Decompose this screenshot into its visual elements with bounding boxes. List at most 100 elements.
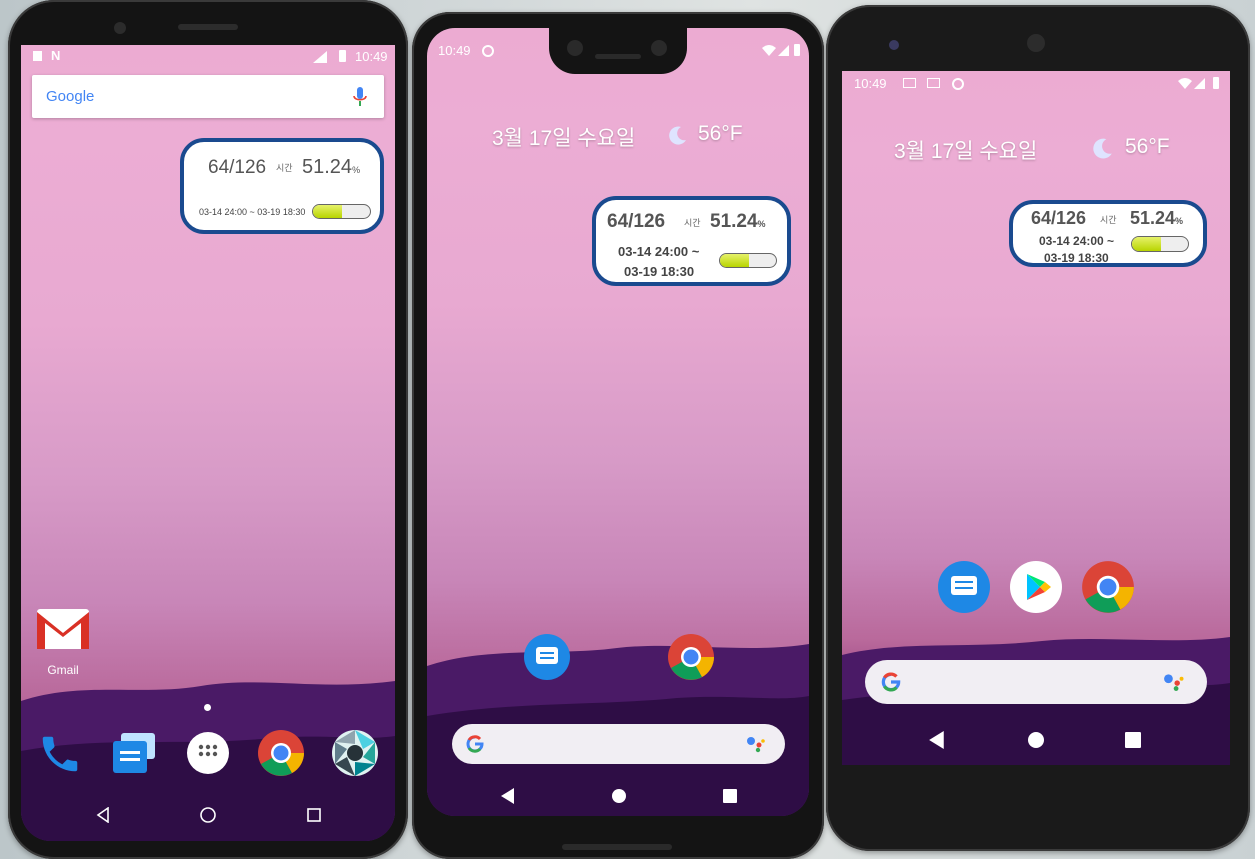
home-button[interactable] — [1028, 732, 1044, 748]
google-logo: Google — [46, 88, 95, 105]
widget-range-line2: 03-19 18:30 — [1044, 251, 1109, 265]
widget-progress-fill — [720, 254, 749, 267]
chrome-icon[interactable] — [1081, 560, 1135, 614]
messages-icon[interactable] — [938, 561, 990, 613]
phone-1: N 10:49 Google 64/126 시간 51.24% 03-14 24… — [8, 0, 408, 859]
n-notification-icon: N — [51, 48, 61, 63]
widget-percent-value: 51.24 — [710, 211, 758, 232]
widget-progress-bar — [1131, 236, 1189, 252]
gmail-label: Gmail — [47, 663, 79, 677]
recents-button[interactable] — [723, 789, 737, 803]
sync-icon — [952, 78, 964, 90]
messages-icon[interactable] — [524, 634, 570, 680]
messages-icon[interactable] — [113, 733, 157, 775]
widget-percent-unit: % — [757, 219, 766, 229]
moon-icon — [669, 126, 686, 145]
glance-temp: 56°F — [1125, 135, 1170, 158]
progress-widget[interactable]: 64/126 시간 51.24% 03-14 24:00 ~ 03-19 18:… — [180, 138, 384, 234]
glance-date: 3월 17일 수요일 — [894, 140, 1038, 163]
nav-bar — [21, 795, 395, 835]
widget-percent: 51.24% — [302, 156, 360, 179]
widget-range-line1: 03-14 24:00 ~ — [1039, 234, 1115, 248]
play-store-icon[interactable] — [1010, 561, 1062, 613]
widget-percent-unit: % — [1175, 216, 1184, 226]
signal-icon — [778, 45, 789, 56]
progress-widget[interactable]: 64/126 시간 51.24% 03-14 24:00 ~ 03-19 18:… — [1009, 200, 1207, 267]
gmail-icon — [37, 609, 89, 649]
gmail-notification-icon — [903, 78, 916, 88]
battery-icon — [794, 44, 800, 56]
status-bar: 10:49 — [842, 71, 1230, 95]
chrome-icon[interactable] — [667, 633, 715, 681]
google-search-bar[interactable] — [452, 724, 785, 764]
phone-icon[interactable] — [37, 731, 83, 777]
back-button[interactable] — [95, 807, 111, 823]
speaker-grille — [595, 54, 641, 59]
assistant-icon[interactable] — [1163, 672, 1187, 692]
notification-icon — [33, 51, 42, 61]
glance-temp: 56°F — [698, 122, 743, 145]
widget-progress-fill — [313, 205, 343, 218]
home-button[interactable] — [199, 806, 217, 824]
google-search-bar[interactable] — [865, 660, 1207, 704]
sync-icon — [482, 45, 494, 57]
app-drawer-icon[interactable] — [187, 732, 229, 774]
widget-percent: 51.24% — [710, 211, 766, 233]
chrome-icon[interactable] — [257, 729, 305, 777]
moon-icon — [1093, 138, 1112, 159]
signal-icon — [313, 51, 327, 63]
at-a-glance[interactable]: 3월 17일 수요일 56°F — [492, 122, 752, 152]
status-bar: N 10:49 — [21, 45, 395, 69]
front-camera — [889, 40, 899, 50]
widget-fraction: 64/126 — [607, 211, 666, 232]
front-camera — [114, 22, 126, 34]
nav-bar — [427, 780, 809, 810]
gmail-notification-icon-2 — [927, 78, 940, 88]
mic-icon[interactable] — [353, 87, 367, 107]
status-bar: 10:49 — [427, 28, 809, 58]
gmail-shortcut[interactable]: Gmail — [33, 605, 93, 680]
at-a-glance[interactable]: 3월 17일 수요일 56°F — [894, 135, 1184, 165]
wifi-icon — [762, 45, 776, 56]
widget-hours-label: 시간 — [1100, 215, 1117, 225]
back-button[interactable] — [929, 731, 945, 749]
widget-hours-label: 시간 — [684, 218, 701, 228]
wifi-icon — [1178, 78, 1192, 89]
battery-icon — [1213, 77, 1219, 89]
widget-fraction: 64/126 — [208, 157, 267, 178]
widget-progress-fill — [1132, 237, 1161, 251]
widget-progress-bar — [719, 253, 777, 268]
widget-percent-value: 51.24 — [1130, 208, 1176, 228]
widget-hours-label: 시간 — [276, 163, 293, 173]
earpiece — [178, 24, 238, 30]
widget-percent-unit: % — [352, 165, 361, 175]
signal-icon — [1194, 78, 1205, 89]
widget-range-line2: 03-19 18:30 — [624, 264, 695, 279]
google-g-icon — [466, 735, 484, 753]
widget-date-range: 03-14 24:00 ~ 03-19 18:30 — [199, 207, 306, 217]
status-time: 10:49 — [438, 43, 471, 58]
recents-button[interactable] — [306, 807, 322, 823]
play-triangle — [1027, 574, 1051, 600]
back-button[interactable] — [501, 788, 515, 804]
progress-widget[interactable]: 64/126 시간 51.24% 03-14 24:00 ~ 03-19 18:… — [592, 196, 791, 286]
recents-button[interactable] — [1125, 732, 1141, 748]
earpiece — [1027, 34, 1045, 52]
home-screen-1: N 10:49 Google 64/126 시간 51.24% 03-14 24… — [21, 45, 395, 841]
home-button[interactable] — [612, 789, 626, 803]
home-screen-2: 10:49 3월 17일 수요일 56°F 64/126 시간 51.24% 0… — [427, 28, 809, 816]
widget-fraction: 64/126 — [1031, 208, 1087, 228]
status-time: 10:49 — [355, 49, 388, 64]
widget-percent: 51.24% — [1130, 208, 1183, 229]
bottom-speaker — [562, 844, 672, 850]
assistant-icon[interactable] — [746, 735, 768, 753]
widget-progress-bar — [312, 204, 371, 219]
glance-date: 3월 17일 수요일 — [492, 127, 636, 150]
status-time: 10:49 — [854, 76, 887, 91]
phone-3: 10:49 3월 17일 수요일 56°F 64/126 시간 51.24% 0… — [826, 5, 1250, 851]
page-indicator-dot — [204, 704, 211, 711]
camera-icon[interactable] — [331, 729, 379, 777]
battery-icon — [339, 50, 346, 62]
google-search-bar[interactable]: Google — [32, 75, 384, 118]
google-g-icon — [881, 672, 901, 692]
